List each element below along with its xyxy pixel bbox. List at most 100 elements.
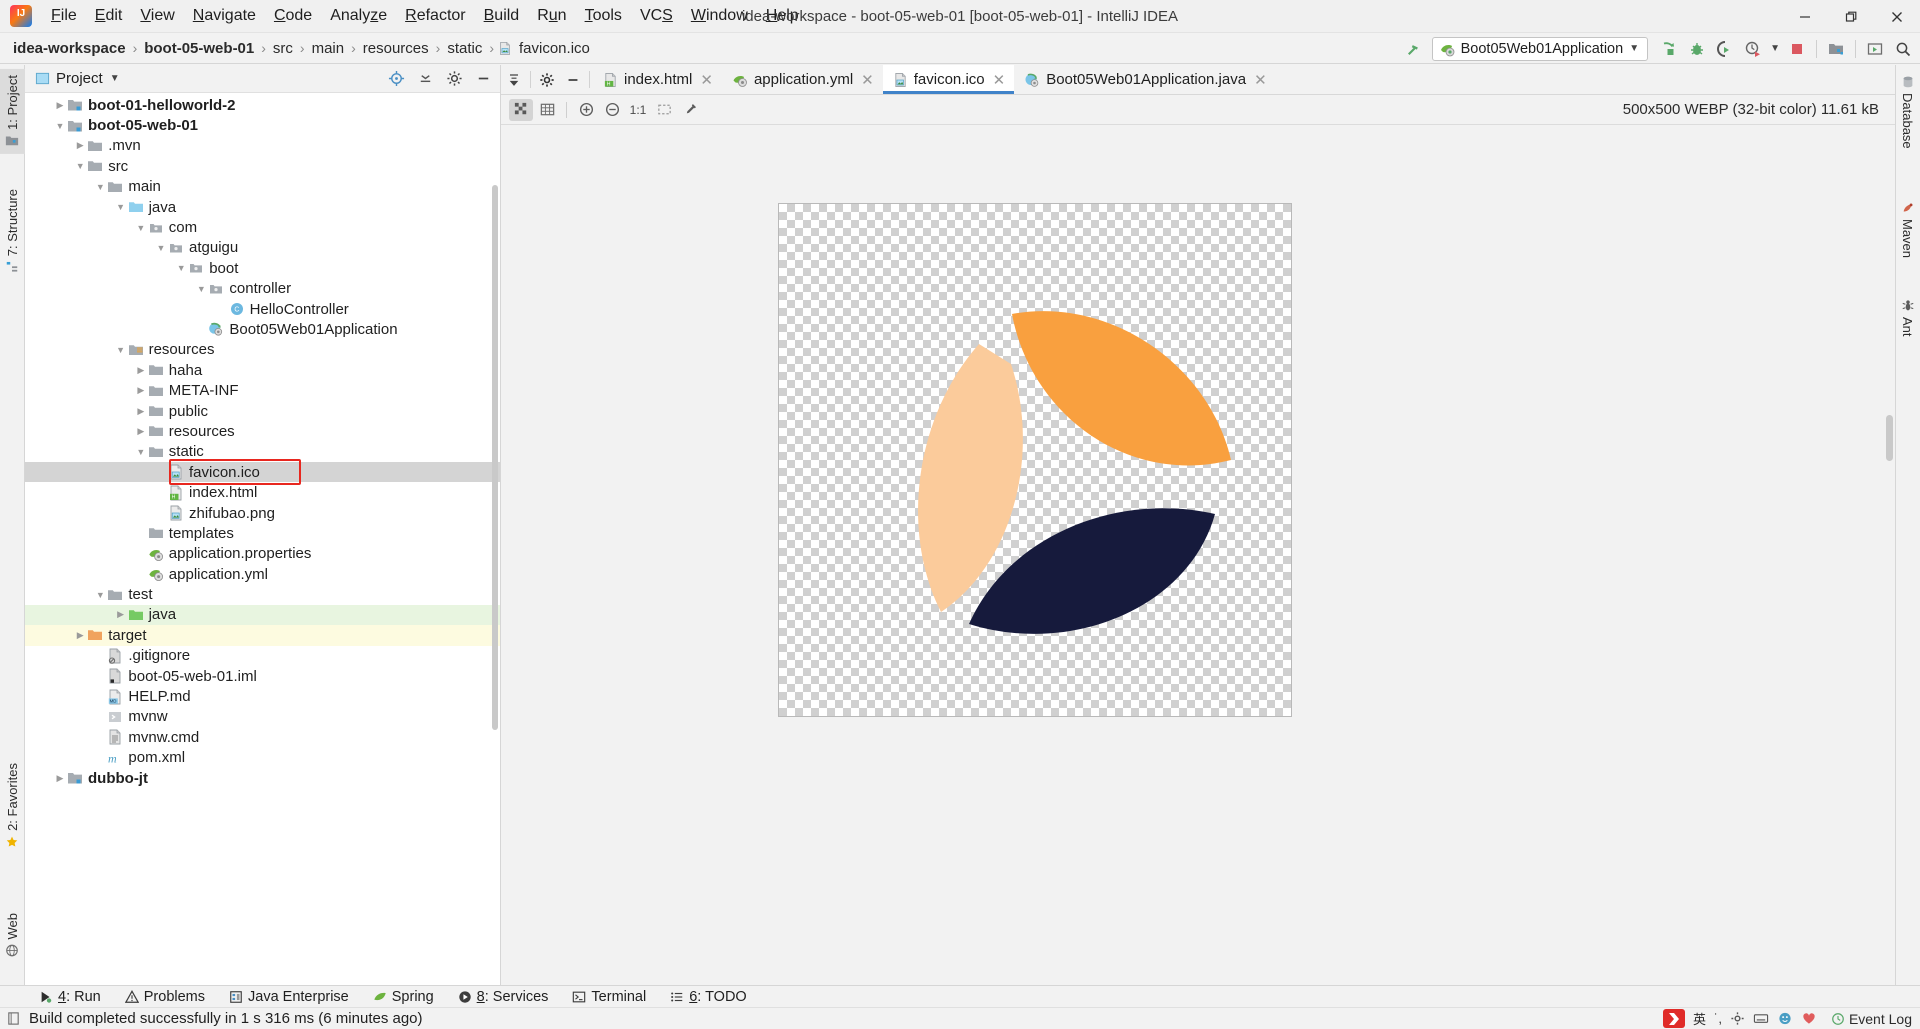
- menu-view[interactable]: View: [131, 4, 183, 28]
- project-tree[interactable]: ▶ boot-01-helloworld-2 ▼ boot-05-web-01 ▶ .mv…: [25, 93, 500, 985]
- chevron-down-icon[interactable]: ▼: [93, 588, 107, 602]
- tree-row[interactable]: ▼ atguigu: [25, 238, 500, 258]
- chevron-right-icon[interactable]: ▶: [114, 608, 128, 622]
- editor-settings-gear-icon[interactable]: [534, 65, 560, 94]
- tree-row[interactable]: ▼ com: [25, 217, 500, 237]
- ime-emoji-icon[interactable]: [1777, 1011, 1793, 1026]
- sidebar-item-maven[interactable]: Maven: [1895, 195, 1920, 264]
- ime-punctuation-indicator[interactable]: ˙,: [1714, 1011, 1722, 1026]
- chevron-right-icon[interactable]: ▶: [53, 98, 67, 112]
- breadcrumb-item-2[interactable]: src: [270, 39, 296, 58]
- editor-scrollbar[interactable]: [1886, 415, 1893, 461]
- menu-navigate[interactable]: Navigate: [184, 4, 265, 28]
- hide-editor-tabs-icon[interactable]: [560, 65, 586, 94]
- menu-edit[interactable]: Edit: [86, 4, 132, 28]
- actual-size-icon[interactable]: 1:1: [626, 99, 650, 121]
- tree-row[interactable]: application.properties: [25, 544, 500, 564]
- tree-row[interactable]: m pom.xml: [25, 748, 500, 768]
- tree-row[interactable]: mvnw.cmd: [25, 727, 500, 747]
- tree-row[interactable]: favicon.ico: [25, 462, 500, 483]
- editor-tab-boot05web01application-java[interactable]: Boot05Web01Application.java ✕: [1014, 65, 1275, 94]
- chevron-right-icon[interactable]: ▶: [134, 424, 148, 438]
- chevron-right-icon[interactable]: ▶: [134, 384, 148, 398]
- close-tab-icon[interactable]: ✕: [993, 71, 1006, 89]
- chevron-down-icon[interactable]: ▼: [93, 180, 107, 194]
- bottom-tab-spring[interactable]: Spring: [362, 988, 445, 1006]
- menu-help[interactable]: Help: [757, 4, 808, 28]
- breadcrumb-item-0[interactable]: idea-workspace: [10, 39, 129, 58]
- chevron-right-icon[interactable]: ▶: [73, 139, 87, 153]
- tree-row[interactable]: Boot05Web01Application: [25, 319, 500, 339]
- sidebar-item-ant[interactable]: Ant: [1895, 293, 1920, 343]
- run-icon[interactable]: [1656, 36, 1682, 62]
- menu-build[interactable]: Build: [475, 4, 529, 28]
- close-tab-icon[interactable]: ✕: [1254, 71, 1267, 89]
- chevron-down-icon[interactable]: ▼: [53, 119, 67, 133]
- chevron-right-icon[interactable]: ▶: [73, 628, 87, 642]
- tree-row[interactable]: ▶ dubbo-jt: [25, 768, 500, 788]
- chevron-down-icon[interactable]: ▼: [154, 241, 168, 255]
- menu-code[interactable]: Code: [265, 4, 321, 28]
- chevron-right-icon[interactable]: ▶: [134, 363, 148, 377]
- menu-run[interactable]: Run: [528, 4, 575, 28]
- tree-row[interactable]: ▶ boot-01-helloworld-2: [25, 95, 500, 115]
- stop-icon[interactable]: [1784, 36, 1810, 62]
- chevron-down-icon[interactable]: ▼: [114, 343, 128, 357]
- event-log-button[interactable]: Event Log: [1831, 1011, 1912, 1027]
- tree-row[interactable]: ▼ java: [25, 197, 500, 217]
- ime-language-indicator[interactable]: 英: [1693, 1009, 1706, 1028]
- bottom-tab-problems[interactable]: Problems: [114, 988, 216, 1006]
- collapse-all-button[interactable]: [412, 66, 438, 92]
- tree-row[interactable]: zhifubao.png: [25, 503, 500, 523]
- editor-tab-favicon-ico[interactable]: favicon.ico ✕: [882, 65, 1015, 94]
- profiler-dropdown-caret-icon[interactable]: ▼: [1768, 43, 1782, 54]
- image-canvas[interactable]: [501, 125, 1895, 985]
- bottom-tab-todo[interactable]: 6: TODO: [659, 988, 758, 1006]
- menu-vcs[interactable]: VCS: [631, 4, 682, 28]
- build-hammer-icon[interactable]: [1400, 36, 1426, 62]
- sidebar-item-database[interactable]: Database: [1895, 69, 1920, 155]
- fit-content-icon[interactable]: [652, 99, 676, 121]
- zoom-out-icon[interactable]: [600, 99, 624, 121]
- chevron-down-icon[interactable]: ▼: [110, 73, 120, 84]
- tree-row[interactable]: application.yml: [25, 564, 500, 584]
- project-structure-icon[interactable]: [1823, 36, 1849, 62]
- chevron-down-icon[interactable]: ▼: [194, 282, 208, 296]
- locate-file-button[interactable]: [383, 66, 409, 92]
- menu-analyze[interactable]: Analyze: [321, 4, 396, 28]
- close-tab-icon[interactable]: ✕: [861, 71, 874, 89]
- bottom-tab-java-enterprise[interactable]: Java Enterprise: [218, 988, 360, 1006]
- tree-row[interactable]: ▶ haha: [25, 360, 500, 380]
- toggle-transparency-chessboard-icon[interactable]: [509, 98, 533, 121]
- breadcrumb-item-6[interactable]: favicon.ico: [516, 39, 593, 58]
- toggle-grid-icon[interactable]: [535, 99, 559, 121]
- zoom-in-icon[interactable]: [574, 99, 598, 121]
- tree-row[interactable]: ▼ boot-05-web-01: [25, 115, 500, 135]
- editor-tab-index-html[interactable]: H index.html ✕: [593, 65, 722, 94]
- chevron-down-icon[interactable]: ▼: [134, 221, 148, 235]
- tree-row[interactable]: boot-05-web-01.iml: [25, 666, 500, 686]
- hide-panel-button[interactable]: [470, 66, 496, 92]
- tree-row[interactable]: .gitignore: [25, 646, 500, 666]
- tree-row[interactable]: Hindex.html: [25, 482, 500, 502]
- tree-row[interactable]: ▼ static: [25, 442, 500, 462]
- chevron-down-icon[interactable]: ▼: [134, 445, 148, 459]
- tree-row[interactable]: ▼ controller: [25, 279, 500, 299]
- breadcrumb-item-5[interactable]: static: [444, 39, 485, 58]
- tree-row[interactable]: ▶ public: [25, 401, 500, 421]
- tree-row[interactable]: ▶ target: [25, 625, 500, 646]
- project-tree-scrollbar[interactable]: [492, 185, 498, 730]
- chevron-down-icon[interactable]: ▼: [73, 159, 87, 173]
- sidebar-item-web[interactable]: Web: [0, 907, 25, 964]
- run-with-coverage-icon[interactable]: [1712, 36, 1738, 62]
- sidebar-item-structure[interactable]: 7: Structure: [0, 183, 25, 280]
- tree-row[interactable]: ▶ .mvn: [25, 136, 500, 156]
- debug-icon[interactable]: [1684, 36, 1710, 62]
- breadcrumb-item-4[interactable]: resources: [360, 39, 432, 58]
- run-configuration-selector[interactable]: Boot05Web01Application ▼: [1431, 36, 1649, 61]
- menu-file[interactable]: File: [42, 4, 86, 28]
- ime-settings-icon[interactable]: [1730, 1011, 1745, 1026]
- bottom-tab-run[interactable]: 4: Run: [28, 988, 112, 1006]
- menu-refactor[interactable]: Refactor: [396, 4, 474, 28]
- maximize-restore-button[interactable]: [1828, 0, 1874, 33]
